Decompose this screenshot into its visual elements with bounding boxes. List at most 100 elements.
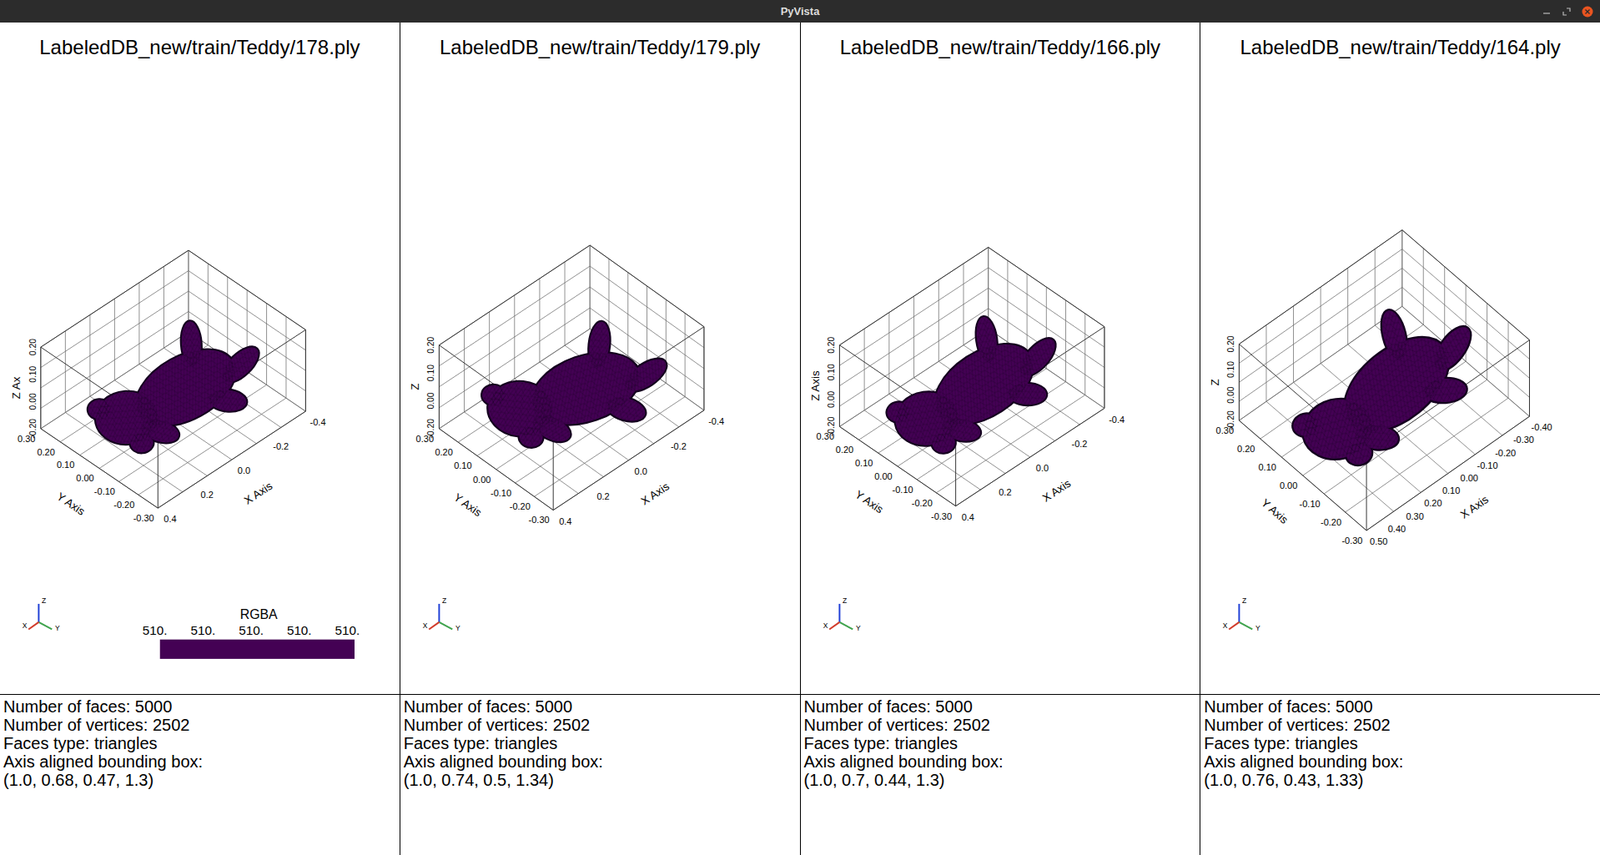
x-tick-label: 0.00 [1460,472,1479,484]
bounds-edge [305,329,307,412]
x-tick-label: 0.4 [163,513,177,524]
grid-line [438,245,590,346]
grid-line [40,347,41,429]
x-tick-label: -0.30 [1513,434,1535,445]
plot-canvas[interactable]: 0.40.20.0-0.2-0.4-0.30-0.20-0.100.000.10… [400,81,800,695]
bounds-edge [703,327,705,411]
grid-line [703,327,705,411]
bounds-grid [1239,230,1530,531]
z-tick-label: -0.20 [1227,410,1237,431]
z-tick-label: 0.00 [826,391,836,408]
colorbar-title: RGBA [240,607,278,622]
bounds-grid [438,245,705,511]
z-axis-title: Z Ax [10,376,23,399]
x-axis-title: X Axis [1039,477,1073,505]
y-tick-label: -0.30 [1342,535,1364,546]
y-orientation-label: Y [1255,623,1261,633]
minimize-icon[interactable] [1541,6,1552,17]
colorbar: RGBA510.510.510.510.510. [142,607,361,660]
mesh-info: Number of faces: 5000Number of vertices:… [800,694,1201,855]
x-tick-label: -0.20 [1494,447,1516,458]
x-tick-label: -0.2 [1071,438,1087,449]
bounds-edge [1238,343,1240,421]
bounds-edge [1366,453,1368,531]
grid-line [1402,230,1530,341]
info-line: (1.0, 0.76, 0.43, 1.33) [1203,770,1597,790]
info-line: Faces type: triangles [804,734,1198,753]
bounds-edge [589,245,705,328]
axis-labels: 0.40.20.0-0.2-0.4-0.30-0.20-0.100.000.10… [10,338,326,524]
title-bar: PyVista [0,0,1600,23]
teddy-mesh [477,310,675,461]
plot-canvas[interactable]: 0.40.20.0-0.2-0.4-0.30-0.20-0.100.000.10… [0,81,400,695]
y-tick-label: -0.30 [930,511,952,522]
x-tick-label: 0.30 [1406,511,1424,522]
colorbar-label: 510. [238,623,264,638]
mesh-info: Number of faces: 5000Number of vertices:… [1200,694,1600,855]
info-line: (1.0, 0.68, 0.47, 1.3) [3,770,397,790]
x-tick-label: 0.2 [201,489,214,500]
z-orientation-label: Z [1242,596,1247,605]
grid-line [1529,340,1530,418]
info-line: Axis aligned bounding box: [804,752,1198,771]
z-tick-label: 0.00 [1227,386,1237,403]
grid-line [305,329,307,412]
grid-line [1239,230,1403,345]
y-tick-label: -0.20 [910,498,932,509]
y-tick-label: -0.20 [113,499,135,510]
x-tick-label: 0.2 [596,491,609,502]
plot-title: LabeledDB_new/train/Teddy/164.ply [1200,22,1600,82]
y-tick-label: 0.00 [874,471,892,482]
teddy-mesh [875,306,1072,460]
bounds-edge [438,245,590,346]
z-tick-label: 0.20 [826,336,836,353]
mesh-info: Number of faces: 5000Number of vertices:… [400,694,800,855]
bounds-edge [987,246,1104,327]
grid-line [987,246,1104,327]
y-tick-label: -0.30 [528,514,549,525]
y-tick-label: -0.10 [94,486,116,497]
plot-panel: LabeledDB_new/train/Teddy/166.ply0.40.20… [800,22,1202,855]
z-tick-label: 0.20 [1227,335,1237,353]
grid-line [838,345,840,428]
y-tick-label: -0.20 [509,501,531,512]
y-tick-label: -0.10 [490,488,512,499]
x-tick-label: 0.4 [961,512,974,523]
z-tick-label: -0.20 [28,418,38,439]
y-orientation-label: Y [55,623,61,633]
grid-line [839,246,988,345]
colorbar-label: 510. [335,623,361,638]
z-tick-label: 0.10 [1227,361,1237,378]
bounds-edge [838,345,840,428]
plot-canvas[interactable]: 0.500.400.300.200.100.00-0.10-0.20-0.30-… [1200,81,1600,695]
grid-line [188,271,306,351]
bounds-edge [40,347,41,429]
axis-labels: 0.40.20.0-0.2-0.4-0.30-0.20-0.100.000.10… [408,336,725,526]
x-tick-label: 0.0 [633,466,647,477]
x-tick-label: -0.4 [1108,414,1125,425]
grid-line [157,411,306,509]
y-tick-label: 0.00 [75,472,94,484]
x-orientation-label: X [822,621,828,630]
mesh-info: Number of faces: 5000Number of vertices:… [0,694,400,855]
x-tick-label: 0.20 [1423,498,1442,509]
z-tick-label: 0.00 [28,392,38,410]
orientation-widget: ZYX [422,596,461,633]
window-title: PyVista [780,5,821,18]
info-line: Number of faces: 5000 [804,697,1198,716]
info-line: (1.0, 0.7, 0.44, 1.3) [804,770,1198,790]
y-tick-label: -0.10 [891,484,913,495]
grid-line [438,266,590,367]
bounds-edge [157,411,306,509]
x-axis-title: X Axis [1458,493,1491,522]
close-icon[interactable] [1581,5,1594,18]
info-line: (1.0, 0.74, 0.5, 1.34) [403,770,797,790]
z-tick-label: 0.00 [426,392,436,409]
y-tick-label: 0.10 [855,457,873,468]
x-orientation-label: X [422,621,428,630]
y-tick-label: -0.10 [1299,498,1321,509]
maximize-icon[interactable] [1561,6,1572,17]
x-tick-label: -0.2 [272,441,289,452]
plot-panel: LabeledDB_new/train/Teddy/179.ply0.40.20… [400,22,801,855]
plot-canvas[interactable]: 0.40.20.0-0.2-0.4-0.30-0.20-0.100.000.10… [800,81,1201,695]
